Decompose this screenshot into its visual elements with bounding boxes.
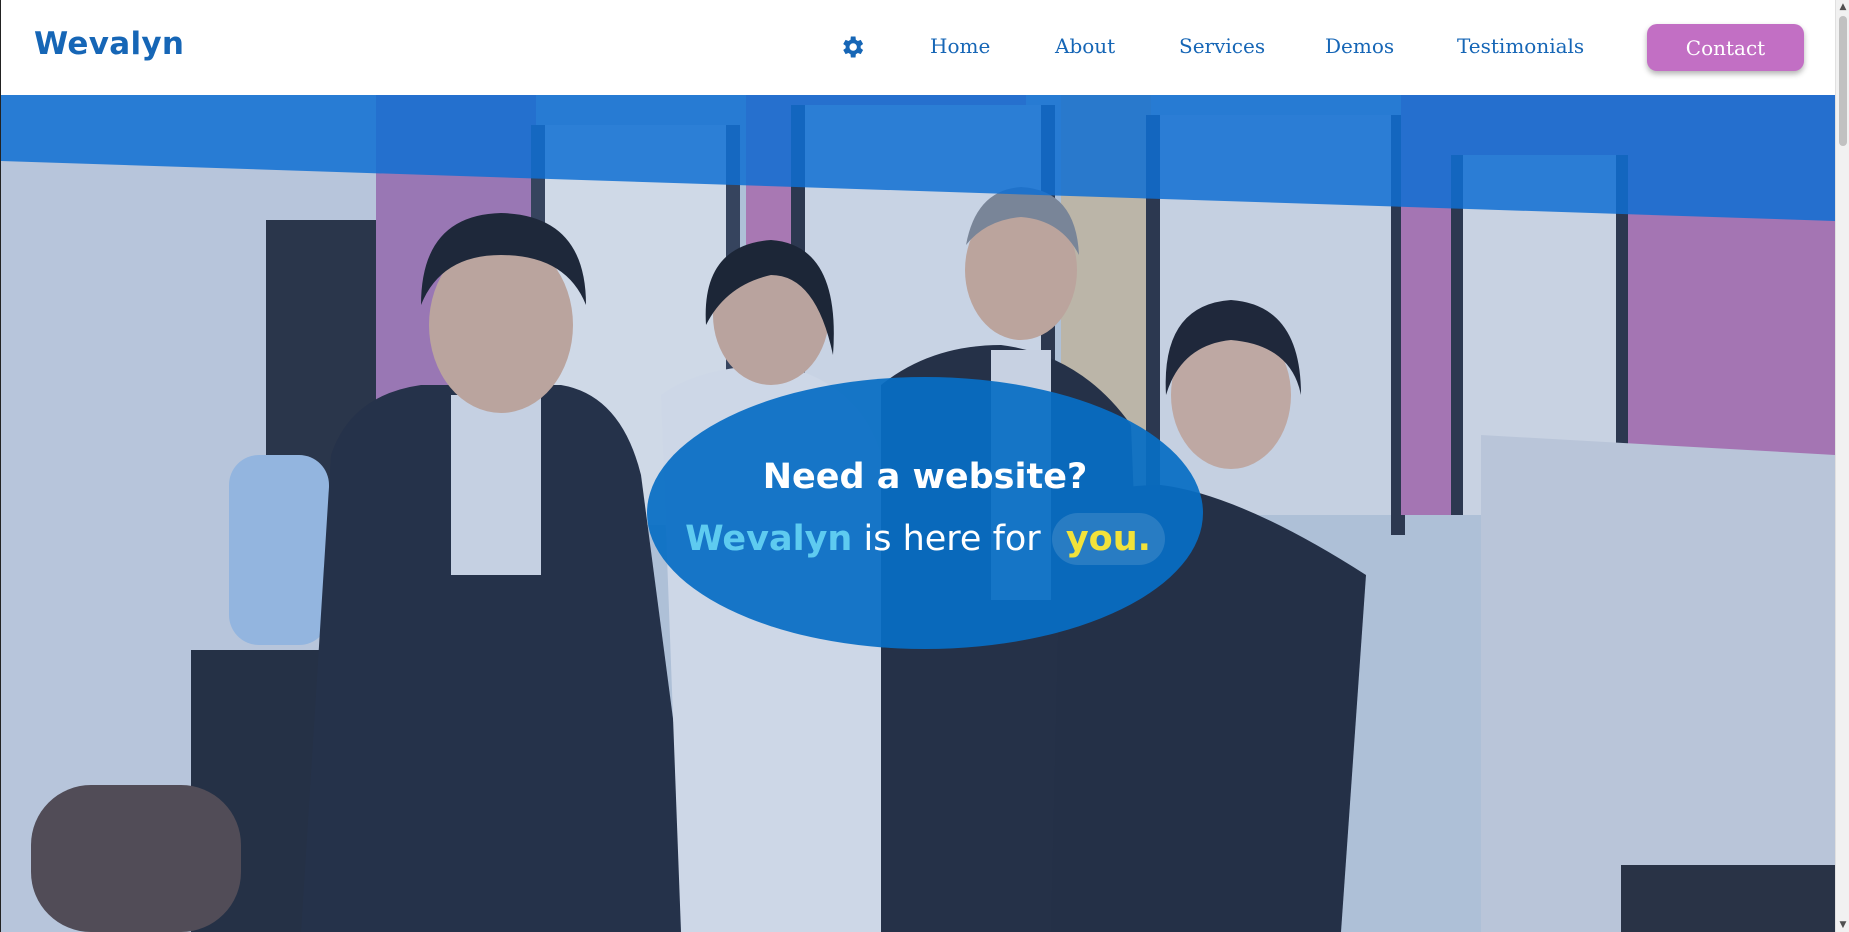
nav-about-link[interactable]: About	[1055, 34, 1115, 58]
scroll-thumb[interactable]	[1839, 16, 1847, 146]
brand-logo[interactable]: Wevalyn	[34, 26, 184, 62]
nav-testimonials-link[interactable]: Testimonials	[1457, 34, 1584, 58]
hero-headline: Need a website?	[762, 457, 1088, 497]
scroll-down-icon[interactable]: ▼	[1836, 918, 1849, 932]
hero-sub-middle: is here for	[863, 519, 1041, 559]
hero-highlight: you.	[1051, 513, 1165, 565]
page: Wevalyn Home About Services Demos Testim…	[0, 0, 1835, 932]
nav-services-link[interactable]: Services	[1179, 34, 1265, 58]
vertical-scrollbar[interactable]: ▲ ▼	[1835, 0, 1849, 932]
hero-section: Need a website? Wevalyn is here for you.	[0, 95, 1835, 932]
scroll-up-icon[interactable]: ▲	[1836, 0, 1849, 14]
hero-brand-name: Wevalyn	[685, 519, 853, 559]
nav-demos-link[interactable]: Demos	[1325, 34, 1394, 58]
hero-top-banner	[1, 95, 1835, 221]
nav-home-link[interactable]: Home	[930, 34, 990, 58]
hero-subline: Wevalyn is here for you.	[647, 513, 1203, 565]
contact-button[interactable]: Contact	[1647, 24, 1804, 71]
gear-icon[interactable]	[838, 33, 866, 61]
top-navigation: Wevalyn Home About Services Demos Testim…	[0, 0, 1835, 95]
